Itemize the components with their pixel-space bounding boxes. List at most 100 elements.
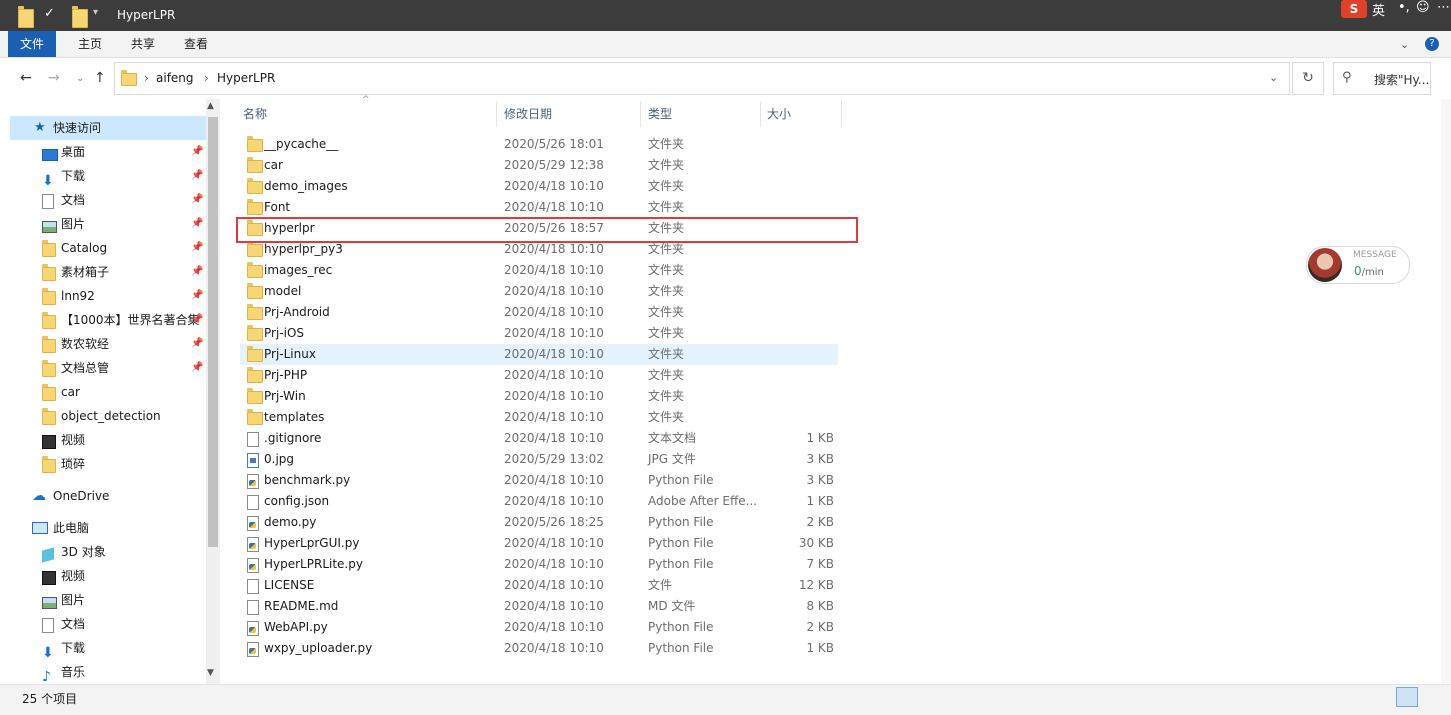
sidebar-item-8[interactable]: 数农软经 📌 [10, 332, 206, 356]
file-name[interactable]: HyperLprGUI.py [264, 533, 359, 554]
table-row[interactable]: demo.py 2020/5/26 18:25 Python File 2 KB [240, 512, 838, 533]
table-row[interactable]: wxpy_uploader.py 2020/4/18 10:10 Python … [240, 638, 838, 659]
pin-icon[interactable]: 📌 [191, 308, 203, 332]
table-row[interactable]: LICENSE 2020/4/18 10:10 文件 12 KB [240, 575, 838, 596]
file-name[interactable]: Prj-Android [264, 302, 330, 323]
table-row[interactable]: Prj-iOS 2020/4/18 10:10 文件夹 [240, 323, 838, 344]
column-divider[interactable] [496, 101, 497, 127]
forward-icon[interactable]: → [48, 70, 60, 86]
pin-icon[interactable]: 📌 [191, 236, 203, 260]
file-name[interactable]: wxpy_uploader.py [264, 638, 372, 659]
file-name[interactable]: HyperLPRLite.py [264, 554, 363, 575]
pin-icon[interactable]: 📌 [191, 140, 203, 164]
sidebar-item-2[interactable]: 文档 📌 [10, 188, 206, 212]
breadcrumb-aifeng[interactable]: aifeng [156, 71, 194, 85]
search-input[interactable]: ⚲ 搜索"Hy... [1333, 62, 1431, 95]
file-name[interactable]: Prj-iOS [264, 323, 304, 344]
pin-icon[interactable]: 📌 [191, 188, 203, 212]
expand-ribbon-icon[interactable]: ⌄ [1400, 38, 1409, 51]
file-name[interactable]: WebAPI.py [264, 617, 328, 638]
table-row[interactable]: WebAPI.py 2020/4/18 10:10 Python File 2 … [240, 617, 838, 638]
sidebar-pc-item-1[interactable]: 视频 [10, 564, 206, 588]
large-icons-view-icon[interactable] [1420, 688, 1436, 704]
table-row[interactable]: templates 2020/4/18 10:10 文件夹 [240, 407, 838, 428]
pin-icon[interactable]: 📌 [191, 356, 203, 380]
column-header-date[interactable]: 修改日期 [504, 101, 552, 127]
table-row[interactable]: model 2020/4/18 10:10 文件夹 [240, 281, 838, 302]
file-name[interactable]: car [264, 155, 283, 176]
file-name[interactable]: Prj-PHP [264, 365, 307, 386]
sidebar-item-10[interactable]: car [10, 380, 206, 404]
column-divider[interactable] [760, 101, 761, 127]
column-header-type[interactable]: 类型 [648, 101, 672, 127]
table-row[interactable]: images_rec 2020/4/18 10:10 文件夹 [240, 260, 838, 281]
table-row[interactable]: README.md 2020/4/18 10:10 MD 文件 8 KB [240, 596, 838, 617]
sidebar-item-this-pc[interactable]: 此电脑 [10, 516, 206, 540]
sidebar-item-5[interactable]: 素材箱子 📌 [10, 260, 206, 284]
table-row[interactable]: demo_images 2020/4/18 10:10 文件夹 [240, 176, 838, 197]
sidebar-item-onedrive[interactable]: ☁ OneDrive [10, 484, 206, 508]
address-dropdown-icon[interactable]: ⌄ [1269, 71, 1278, 84]
table-row[interactable]: Prj-Win 2020/4/18 10:10 文件夹 [240, 386, 838, 407]
sidebar-item-0[interactable]: 桌面 📌 [10, 140, 206, 164]
table-row[interactable]: HyperLPRLite.py 2020/4/18 10:10 Python F… [240, 554, 838, 575]
sidebar-item-4[interactable]: Catalog 📌 [10, 236, 206, 260]
refresh-button[interactable]: ↻ [1292, 62, 1324, 95]
breadcrumb-separator[interactable]: › [204, 71, 209, 85]
sidebar-pc-item-5[interactable]: ♪ 音乐 [10, 660, 206, 684]
column-divider[interactable] [841, 101, 842, 127]
file-name[interactable]: demo_images [264, 176, 348, 197]
breadcrumb-separator[interactable]: › [144, 71, 149, 85]
tab-share[interactable]: 共享 [119, 31, 167, 57]
sidebar-item-9[interactable]: 文档总管 📌 [10, 356, 206, 380]
sidebar-pc-item-0[interactable]: 3D 对象 [10, 540, 206, 564]
scroll-down-icon[interactable]: ▼ [207, 668, 214, 678]
sidebar-pc-item-4[interactable]: ⬇ 下载 [10, 636, 206, 660]
table-row[interactable]: Prj-Linux 2020/4/18 10:10 文件夹 [240, 344, 838, 365]
recent-locations-icon[interactable]: ⌄ [76, 73, 84, 84]
table-row[interactable]: Font 2020/4/18 10:10 文件夹 [240, 197, 838, 218]
pin-icon[interactable]: 📌 [191, 164, 203, 188]
nav-scrollbar-thumb[interactable] [208, 117, 218, 547]
sidebar-item-11[interactable]: object_detection [10, 404, 206, 428]
help-icon[interactable]: ? [1425, 37, 1439, 51]
sidebar-item-6[interactable]: lnn92 📌 [10, 284, 206, 308]
new-folder-icon[interactable] [72, 6, 88, 28]
sidebar-pc-item-2[interactable]: 图片 [10, 588, 206, 612]
file-name[interactable]: __pycache__ [264, 134, 338, 155]
pin-icon[interactable]: 📌 [191, 212, 203, 236]
table-row[interactable]: benchmark.py 2020/4/18 10:10 Python File… [240, 470, 838, 491]
message-widget[interactable]: MESSAGE 0/min [1306, 246, 1410, 284]
table-row[interactable]: car 2020/5/29 12:38 文件夹 [240, 155, 838, 176]
emoji-icon[interactable]: ☺ [1416, 0, 1430, 15]
file-name[interactable]: README.md [264, 596, 338, 617]
table-row[interactable]: 0.jpg 2020/5/29 13:02 JPG 文件 3 KB [240, 449, 838, 470]
breadcrumb-hyperlpr[interactable]: HyperLPR [217, 71, 275, 85]
sidebar-item-1[interactable]: ⬇ 下载 📌 [10, 164, 206, 188]
sidebar-item-12[interactable]: 视频 [10, 428, 206, 452]
address-bar[interactable]: › aifeng › HyperLPR ⌄ [114, 62, 1290, 95]
file-name[interactable]: Prj-Win [264, 386, 306, 407]
sidebar-item-7[interactable]: 【1000本】世界名著合集 📌 [10, 308, 206, 332]
column-header-name[interactable]: 名称 [243, 101, 267, 127]
column-header-size[interactable]: 大小 [767, 101, 791, 127]
table-row[interactable]: .gitignore 2020/4/18 10:10 文本文档 1 KB [240, 428, 838, 449]
sidebar-pc-item-3[interactable]: 文档 [10, 612, 206, 636]
pin-icon[interactable]: 📌 [191, 260, 203, 284]
pin-icon[interactable]: 📌 [191, 332, 203, 356]
details-view-icon[interactable] [1396, 687, 1418, 707]
tab-view[interactable]: 查看 [172, 31, 220, 57]
file-name[interactable]: templates [264, 407, 324, 428]
chevron-down-icon[interactable]: ▾ [93, 7, 98, 24]
table-row[interactable]: HyperLprGUI.py 2020/4/18 10:10 Python Fi… [240, 533, 838, 554]
file-name[interactable]: benchmark.py [264, 470, 350, 491]
table-row[interactable]: __pycache__ 2020/5/26 18:01 文件夹 [240, 134, 838, 155]
column-divider[interactable] [640, 101, 641, 127]
pin-icon[interactable]: 📌 [191, 284, 203, 308]
up-icon[interactable]: ↑ [94, 70, 106, 86]
sogou-ime-icon[interactable]: S [1341, 0, 1367, 18]
file-name[interactable]: Font [264, 197, 290, 218]
scroll-up-icon[interactable]: ▲ [207, 101, 214, 111]
file-name[interactable]: demo.py [264, 512, 316, 533]
ime-punct-toggle[interactable]: •, [1398, 0, 1410, 15]
